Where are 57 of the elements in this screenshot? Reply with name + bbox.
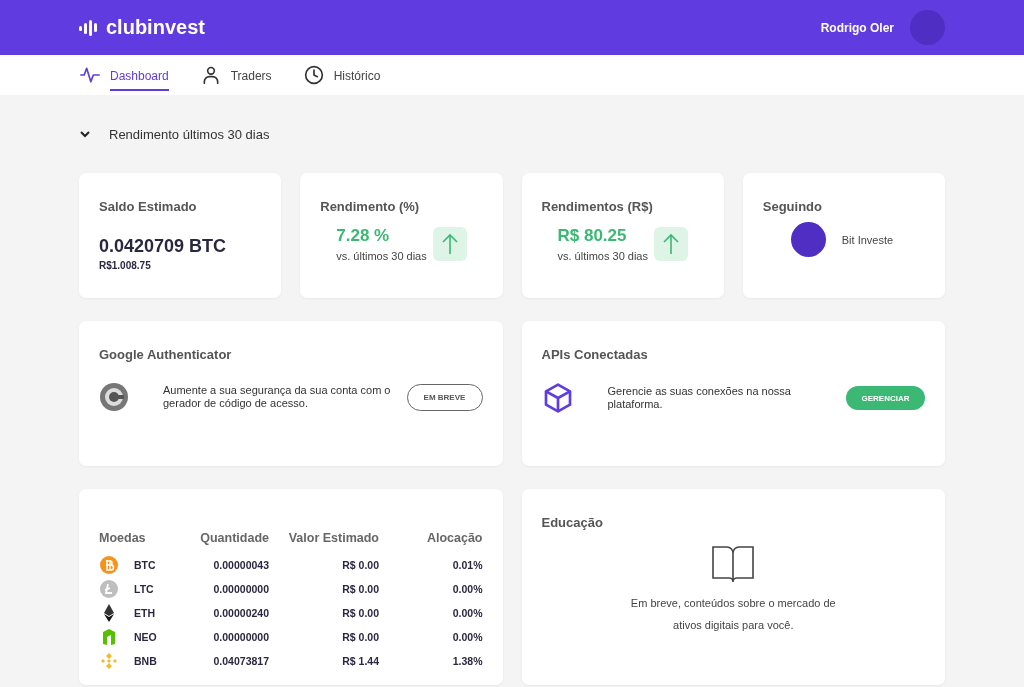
table-cell-text: 0.00000000 xyxy=(212,583,269,595)
nav-tab[interactable]: Dashboard xyxy=(110,63,169,91)
table-cell-text: 0.00000240 xyxy=(212,607,269,619)
coin-symbol: BTC xyxy=(134,559,156,571)
column-header: Valor Estimado xyxy=(287,531,379,545)
change-period: vs. últimos 30 dias xyxy=(557,250,648,262)
coin-symbol: LTC xyxy=(134,583,154,595)
trader-name[interactable]: Bit Investe xyxy=(841,233,894,246)
balance-fiat: R$1.008.75 xyxy=(99,260,152,271)
nav-tab[interactable]: Histórico xyxy=(333,63,381,91)
logo-icon xyxy=(79,18,99,37)
brand-name: clubinvest xyxy=(106,16,205,39)
card-title: Rendimentos (R$) xyxy=(541,199,654,214)
user-name: Rodrigo Oler xyxy=(820,20,894,35)
balance-value: 0.0420709 BTC xyxy=(99,236,228,257)
table-cell-text: R$ 1.44 xyxy=(341,655,379,667)
pulse-icon xyxy=(80,65,100,85)
card-title: Seguindo xyxy=(762,199,823,214)
table-cell-text: 0.00% xyxy=(451,607,483,619)
card-title: Rendimento (%) xyxy=(320,199,421,214)
education-text: Em breve, conteúdos sobre o mercado de ativos digitais para você. xyxy=(629,596,837,633)
card-title: Google Authenticator xyxy=(99,347,233,362)
table-cell-text: R$ 0.00 xyxy=(341,583,379,595)
feature-description: Aumente a sua segurança da sua conta com o gerador de código de acesso. xyxy=(163,383,392,411)
column-header: Alocação xyxy=(425,531,483,545)
change-value: 7.28 % xyxy=(336,226,391,246)
table-cell-text: 0.01% xyxy=(451,559,483,571)
table-cell-text: 0.00000043 xyxy=(212,559,269,571)
bitcoin-icon xyxy=(99,555,119,575)
column-header: Quantidade xyxy=(199,531,269,545)
table-cell-text: R$ 0.00 xyxy=(341,559,379,571)
change-value: R$ 80.25 xyxy=(557,226,628,246)
card-title: Educação xyxy=(541,515,604,530)
trader-avatar xyxy=(790,222,826,257)
nav-tab[interactable]: Traders xyxy=(230,63,272,91)
binance-icon xyxy=(99,651,119,671)
table-cell-text: R$ 0.00 xyxy=(341,607,379,619)
card-title: APIs Conectadas xyxy=(541,347,649,362)
table-cell-text: 1.38% xyxy=(451,655,483,667)
chevron-down-icon[interactable] xyxy=(79,128,91,140)
feature-description: Gerencie as suas conexões na nossa plataforma. xyxy=(607,384,792,412)
section-title: Rendimento últimos 30 dias xyxy=(109,126,270,142)
table-cell-text: R$ 0.00 xyxy=(341,631,379,643)
coin-symbol: NEO xyxy=(134,631,157,643)
change-period: vs. últimos 30 dias xyxy=(336,250,427,262)
table-cell-text: 0.00% xyxy=(451,583,483,595)
table-cell-text: 0.00% xyxy=(451,631,483,643)
book-icon xyxy=(711,544,756,584)
coin-symbol: ETH xyxy=(134,607,155,619)
table-cell-text: 0.04073817 xyxy=(212,655,269,667)
coin-symbol: BNB xyxy=(134,655,157,667)
authenticator-icon xyxy=(99,382,129,412)
clock-icon xyxy=(303,65,324,85)
column-header: Moedas xyxy=(99,531,147,545)
card-title: Saldo Estimado xyxy=(99,199,198,214)
table-cell-text: 0.00000000 xyxy=(212,631,269,643)
litecoin-icon xyxy=(99,579,119,599)
